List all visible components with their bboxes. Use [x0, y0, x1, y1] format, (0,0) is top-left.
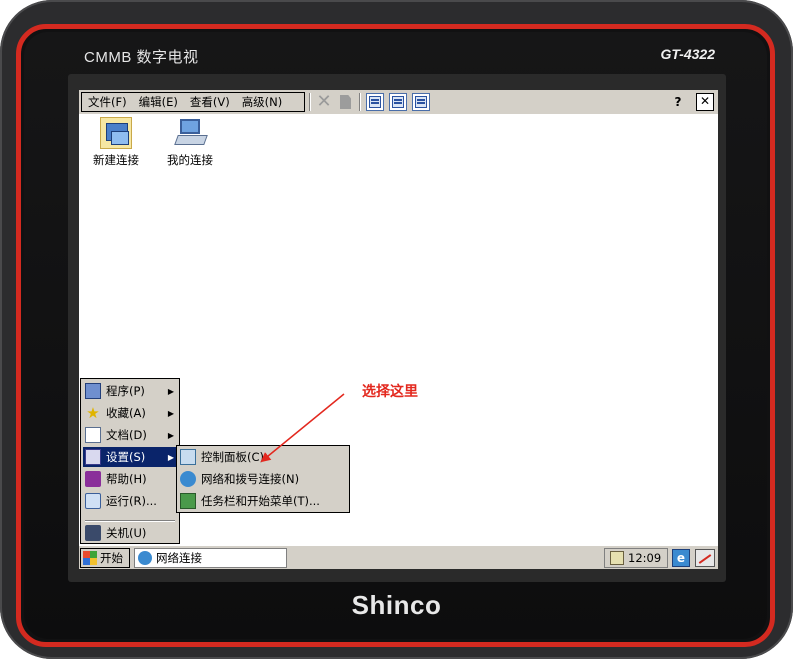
new-connection-item[interactable]: 新建连接 [81, 117, 151, 168]
new-connection-label: 新建连接 [93, 153, 139, 167]
submenu-control-panel[interactable]: 控制面板(C) [180, 447, 264, 467]
start-menu-shutdown-label: 关机(U) [106, 526, 147, 540]
details-view-icon[interactable] [412, 93, 430, 111]
show-desktop-icon[interactable] [695, 549, 715, 567]
close-icon[interactable]: ✕ [696, 93, 714, 111]
device-model-label: GT-4322 [660, 46, 715, 62]
toolbar-separator [359, 93, 361, 111]
help-pointer-icon[interactable]: ? [669, 93, 687, 111]
submenu-control-panel-label: 控制面板(C) [201, 450, 265, 464]
browser-icon[interactable]: e [672, 549, 690, 567]
favorites-icon: ★ [86, 404, 100, 422]
start-menu-programs[interactable]: 程序(P) ▶ [83, 381, 178, 401]
taskbar: 开始 网络连接 12:09 e [79, 545, 718, 569]
submenu-arrow-icon: ▶ [167, 386, 174, 396]
my-connection-label: 我的连接 [167, 153, 213, 167]
run-icon [85, 493, 101, 509]
close-glyph: ✕ [699, 94, 711, 108]
start-button[interactable]: 开始 [80, 548, 130, 568]
documents-icon [85, 427, 101, 443]
taskbar-window-button[interactable]: 网络连接 [134, 548, 287, 568]
start-menu-favorites[interactable]: ★ 收藏(A) ▶ [83, 403, 178, 423]
submenu-network[interactable]: 网络和拨号连接(N) [180, 469, 299, 489]
menu-separator [85, 520, 175, 522]
menu-edit[interactable]: 编辑(E) [133, 94, 184, 110]
taskbar-icon [180, 493, 196, 509]
my-connection-icon [174, 117, 206, 149]
my-connection-item[interactable]: 我的连接 [155, 117, 225, 168]
start-menu-documents-label: 文档(D) [106, 428, 147, 442]
device-brand-label: CMMB 数字电视 [84, 49, 199, 66]
start-menu-run[interactable]: 运行(R)... [83, 491, 178, 511]
submenu-arrow-icon: ▶ [167, 408, 174, 418]
delete-icon[interactable]: ✕ [315, 93, 333, 111]
taskbar-window-label: 网络连接 [156, 551, 202, 565]
submenu-taskbar[interactable]: 任务栏和开始菜单(T)... [180, 491, 320, 511]
control-panel-icon [180, 449, 196, 465]
toolbar-separator [309, 93, 311, 111]
start-menu-settings-label: 设置(S) [106, 450, 146, 464]
start-menu-shutdown[interactable]: 关机(U) [83, 523, 178, 543]
input-method-icon[interactable] [610, 551, 624, 565]
menu-bar: 文件(F) 编辑(E) 查看(V) 高级(N) [81, 92, 305, 112]
settings-submenu: 控制面板(C) 网络和拨号连接(N) 任务栏和开始菜单(T)... [176, 445, 350, 513]
submenu-arrow-icon: ▶ [167, 452, 174, 462]
submenu-taskbar-label: 任务栏和开始菜单(T)... [201, 494, 320, 508]
submenu-arrow-icon: ▶ [167, 430, 174, 440]
programs-icon [85, 383, 101, 399]
large-icons-view-icon[interactable] [366, 93, 384, 111]
clock: 12:09 [628, 551, 662, 565]
submenu-network-label: 网络和拨号连接(N) [201, 472, 300, 486]
network-icon [138, 551, 152, 565]
help-glyph: ? [674, 95, 682, 109]
start-button-label: 开始 [100, 551, 123, 565]
start-menu-run-label: 运行(R)... [106, 494, 157, 508]
menu-advanced[interactable]: 高级(N) [236, 94, 289, 110]
windows-flag-icon [83, 551, 97, 565]
new-connection-icon [100, 117, 132, 149]
small-icons-view-icon[interactable] [389, 93, 407, 111]
help-icon [85, 471, 101, 487]
menu-file[interactable]: 文件(F) [82, 94, 133, 110]
shinco-logo: Shinco [351, 590, 442, 620]
annotation-label: 选择这里 [362, 384, 418, 400]
shutdown-icon [85, 525, 101, 541]
explorer-toolbar: 文件(F) 编辑(E) 查看(V) 高级(N) ✕ ? ✕ [79, 90, 718, 114]
start-menu: 程序(P) ▶ ★ 收藏(A) ▶ 文档(D) ▶ 设置(S) ▶ 帮助(H) … [80, 378, 180, 544]
start-menu-help[interactable]: 帮助(H) [83, 469, 178, 489]
device-screen: 文件(F) 编辑(E) 查看(V) 高级(N) ✕ ? ✕ 新建连接 我的连接 … [79, 90, 718, 569]
start-menu-favorites-label: 收藏(A) [106, 406, 146, 420]
settings-icon [85, 449, 101, 465]
start-menu-settings[interactable]: 设置(S) ▶ [83, 447, 178, 467]
start-menu-programs-label: 程序(P) [106, 384, 145, 398]
start-menu-help-label: 帮助(H) [106, 472, 147, 486]
network-icon [180, 471, 196, 487]
menu-view[interactable]: 查看(V) [184, 94, 236, 110]
start-menu-documents[interactable]: 文档(D) ▶ [83, 425, 178, 445]
properties-icon[interactable] [337, 93, 355, 111]
system-tray: 12:09 [604, 548, 668, 568]
